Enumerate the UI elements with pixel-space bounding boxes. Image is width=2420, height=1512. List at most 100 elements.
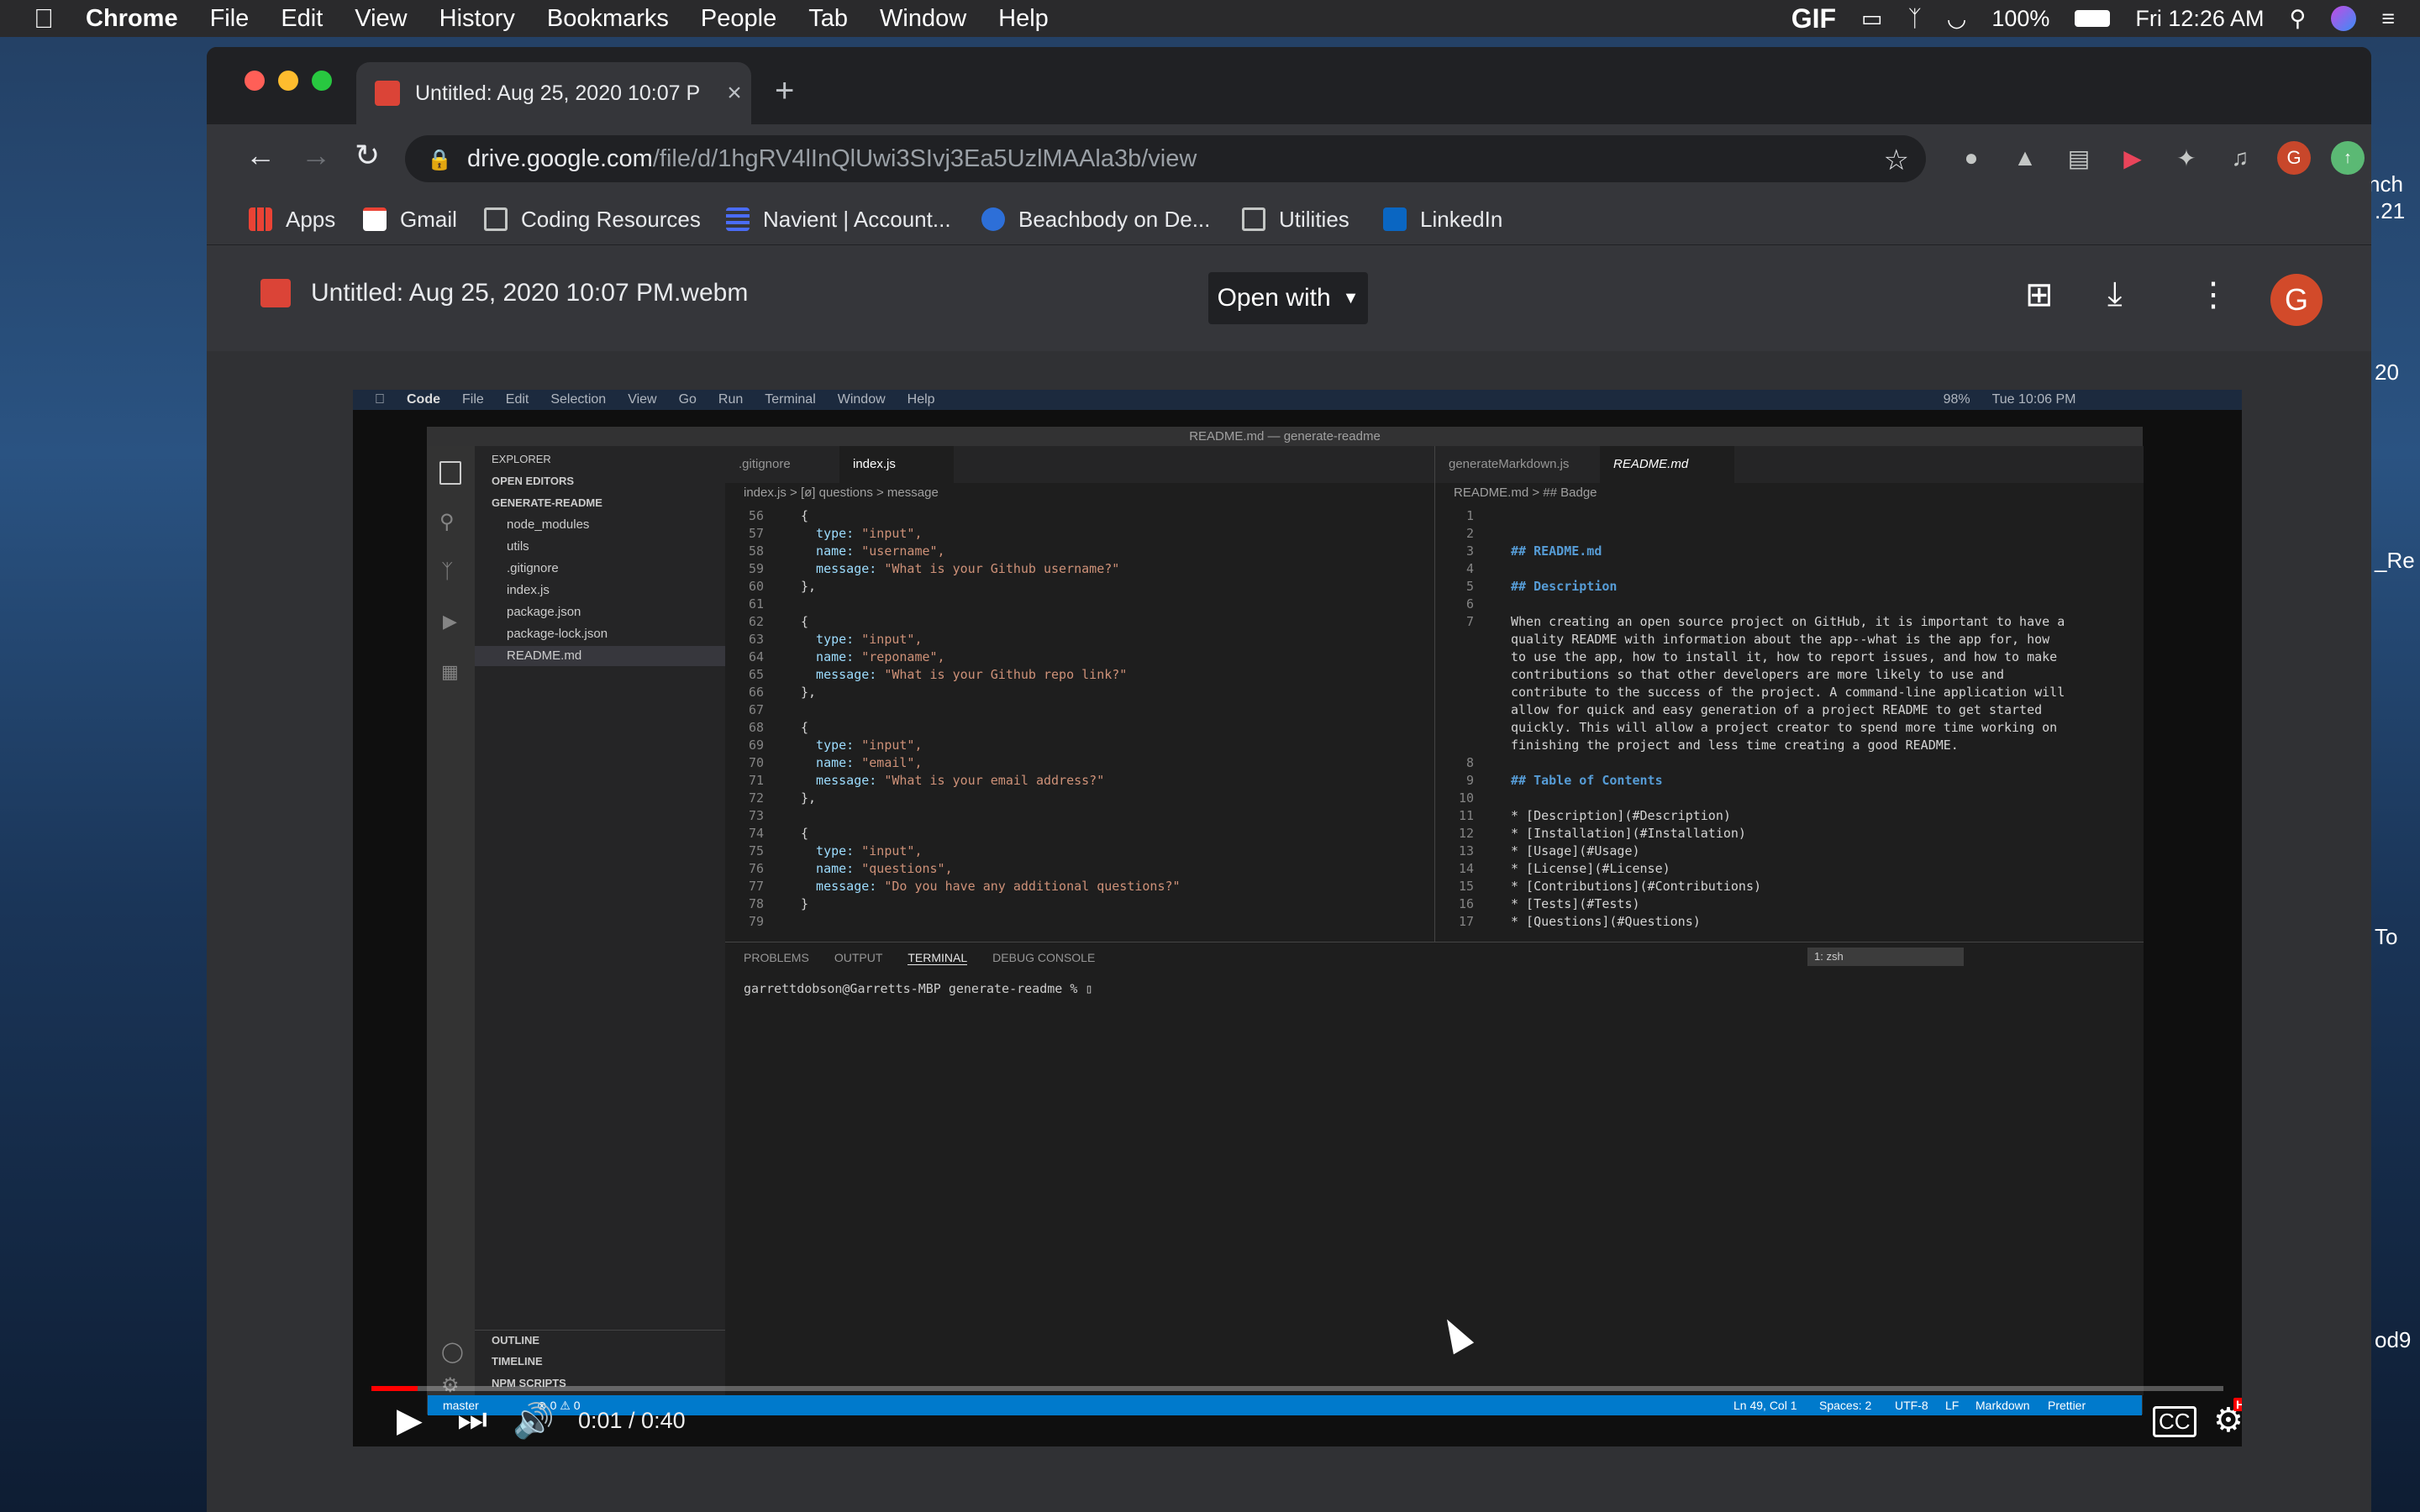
update-icon[interactable]: ↑ xyxy=(2331,141,2365,175)
tree-item: index.js xyxy=(507,583,550,597)
profile-avatar[interactable]: G xyxy=(2277,141,2311,175)
url-host: drive.google.com xyxy=(467,144,653,172)
extensions-puzzle-icon[interactable]: ✦ xyxy=(2170,141,2203,175)
code-line: ## Table of Contents xyxy=(1511,773,1663,788)
code-line: contribute to the success of the project… xyxy=(1511,685,2065,700)
player-controls: ▶ ⏭ 🔊 0:01 / 0:40 CC ⚙ HD ⛶ xyxy=(353,1394,2242,1446)
recorded-menu-item: Edit xyxy=(495,392,529,407)
siri-icon[interactable] xyxy=(2331,6,2357,31)
close-window-button[interactable] xyxy=(245,71,265,91)
back-icon[interactable]: ← xyxy=(245,138,276,173)
code-line: message: "What is your Github username?" xyxy=(801,561,1120,576)
line-number: 75 xyxy=(748,843,764,858)
media-control-icon[interactable]: ♫ xyxy=(2223,141,2257,175)
airplay-icon[interactable]: ▭ xyxy=(1861,6,1883,32)
bookmark-coding-resources[interactable]: Coding Resources xyxy=(484,203,701,235)
panel-tabs: PROBLEMS OUTPUT TERMINAL DEBUG CONSOLE xyxy=(744,951,1095,965)
bookmark-label: Gmail xyxy=(400,206,457,232)
google-drive-extension-icon[interactable]: ▲ xyxy=(2008,141,2042,175)
next-icon[interactable]: ⏭ xyxy=(457,1401,487,1439)
screencastify-extension-icon[interactable]: ▶ xyxy=(2116,141,2149,175)
forward-icon[interactable]: → xyxy=(301,138,331,173)
line-number: 70 xyxy=(748,755,764,770)
recorded-vscode-window: README.md — generate-readme ⚲ ᛉ ▶ ▦ ◯ ⚙ … xyxy=(427,427,2144,1415)
reload-icon[interactable]: ↻ xyxy=(355,138,380,173)
battery-percent[interactable]: 100% xyxy=(1991,6,2049,32)
code-line: message: "Do you have any additional que… xyxy=(801,879,1181,894)
clock[interactable]: Fri 12:26 AM xyxy=(2135,6,2264,32)
menu-window[interactable]: Window xyxy=(880,5,966,33)
menu-help[interactable]: Help xyxy=(998,5,1049,33)
time-display: 0:01 / 0:40 xyxy=(578,1408,686,1433)
battery-icon[interactable] xyxy=(2075,10,2111,27)
volume-icon[interactable]: 🔊 xyxy=(513,1401,555,1441)
play-icon[interactable]: ▶ xyxy=(397,1401,423,1440)
bookmark-linkedin[interactable]: LinkedIn xyxy=(1383,203,1502,235)
extension-icon[interactable]: ● xyxy=(1954,141,1988,175)
breadcrumb: index.js > [ø] questions > message xyxy=(744,486,939,500)
browser-tab[interactable]: Untitled: Aug 25, 2020 10:07 P × xyxy=(356,62,751,124)
apple-icon:  xyxy=(375,392,385,407)
recorded-mac-menu-bar:  Code File Edit Selection View Go Run T… xyxy=(353,390,2242,410)
line-number: 7 xyxy=(1465,614,1474,629)
code-line: When creating an open source project on … xyxy=(1511,614,2065,629)
bookmarks-bar: Apps Gmail Coding Resources Navient | Ac… xyxy=(207,193,2371,245)
menu-bookmarks[interactable]: Bookmarks xyxy=(547,5,669,33)
download-icon[interactable]: ⤓ xyxy=(2107,276,2123,313)
minimize-window-button[interactable] xyxy=(278,71,298,91)
open-with-button[interactable]: Open with ▼ xyxy=(1208,272,1368,324)
video-player[interactable]:  Code File Edit Selection View Go Run T… xyxy=(353,390,2242,1446)
bookmark-label: Utilities xyxy=(1279,206,1349,232)
code-line: type: "input", xyxy=(801,843,923,858)
bookmark-star-icon[interactable]: ☆ xyxy=(1884,144,1909,177)
desktop-label: _Re xyxy=(2375,548,2415,573)
menu-people[interactable]: People xyxy=(701,5,776,33)
zoom-window-button[interactable] xyxy=(312,71,332,91)
menu-tab[interactable]: Tab xyxy=(808,5,848,33)
recorded-menu-item: Code xyxy=(397,392,440,407)
bookmark-gmail[interactable]: Gmail xyxy=(363,203,457,235)
code-line: { xyxy=(801,614,809,629)
bookmark-beachbody[interactable]: Beachbody on De... xyxy=(981,203,1210,235)
wifi-icon[interactable]: ◡ xyxy=(1947,6,1967,32)
bookmark-apps[interactable]: Apps xyxy=(249,203,335,235)
code-line: finishing the project and less time crea… xyxy=(1511,738,1959,753)
beachbody-icon xyxy=(981,207,1005,231)
menu-file[interactable]: File xyxy=(210,5,250,33)
project-folder: GENERATE-README xyxy=(492,496,602,509)
apple-icon[interactable]:  xyxy=(34,3,54,34)
tab-strip: Untitled: Aug 25, 2020 10:07 P × + xyxy=(207,47,2371,124)
docs-extension-icon[interactable]: ▤ xyxy=(2062,141,2096,175)
panel-tab: DEBUG CONSOLE xyxy=(992,951,1096,964)
panel-tab-active: TERMINAL xyxy=(908,951,968,965)
open-with-label: Open with xyxy=(1217,284,1331,312)
address-bar[interactable]: 🔒 drive.google.com/file/d/1hgRV4lInQlUwi… xyxy=(405,135,1926,182)
spotlight-icon[interactable]: ⚲ xyxy=(2289,6,2306,32)
line-number: 4 xyxy=(1465,561,1474,576)
bookmark-utilities[interactable]: Utilities xyxy=(1242,203,1349,235)
more-vert-icon[interactable]: ⋮ xyxy=(2196,276,2230,314)
menu-edit[interactable]: Edit xyxy=(281,5,323,33)
code-line: contributions so that other developers a… xyxy=(1511,667,2004,682)
menu-history[interactable]: History xyxy=(439,5,515,33)
video-progress-bar[interactable] xyxy=(371,1386,2223,1391)
code-line: message: "What is your Github repo link?… xyxy=(801,667,1128,682)
code-line: name: "email", xyxy=(801,755,923,770)
bluetooth-icon[interactable]: ᛉ xyxy=(1908,6,1922,32)
notification-center-icon[interactable]: ≡ xyxy=(2381,6,2395,32)
bookmark-navient[interactable]: Navient | Account... xyxy=(726,203,951,235)
code-line: type: "input", xyxy=(801,526,923,541)
close-tab-icon[interactable]: × xyxy=(718,79,751,108)
code-line: ## Description xyxy=(1511,579,1618,594)
account-avatar[interactable]: G xyxy=(2270,274,2323,326)
code-line: allow for quick and easy generation of a… xyxy=(1511,702,2043,717)
bookmark-label: Apps xyxy=(286,206,336,232)
new-tab-button[interactable]: + xyxy=(775,72,794,110)
captions-icon[interactable]: CC xyxy=(2153,1406,2196,1437)
menu-view[interactable]: View xyxy=(355,5,407,33)
gif-icon[interactable]: GIF xyxy=(1791,3,1836,34)
menu-chrome[interactable]: Chrome xyxy=(86,5,178,33)
video-file-icon xyxy=(260,279,291,307)
recorded-battery: 98% xyxy=(1933,392,1970,407)
add-comment-icon[interactable]: ⊞ xyxy=(2025,276,2054,314)
